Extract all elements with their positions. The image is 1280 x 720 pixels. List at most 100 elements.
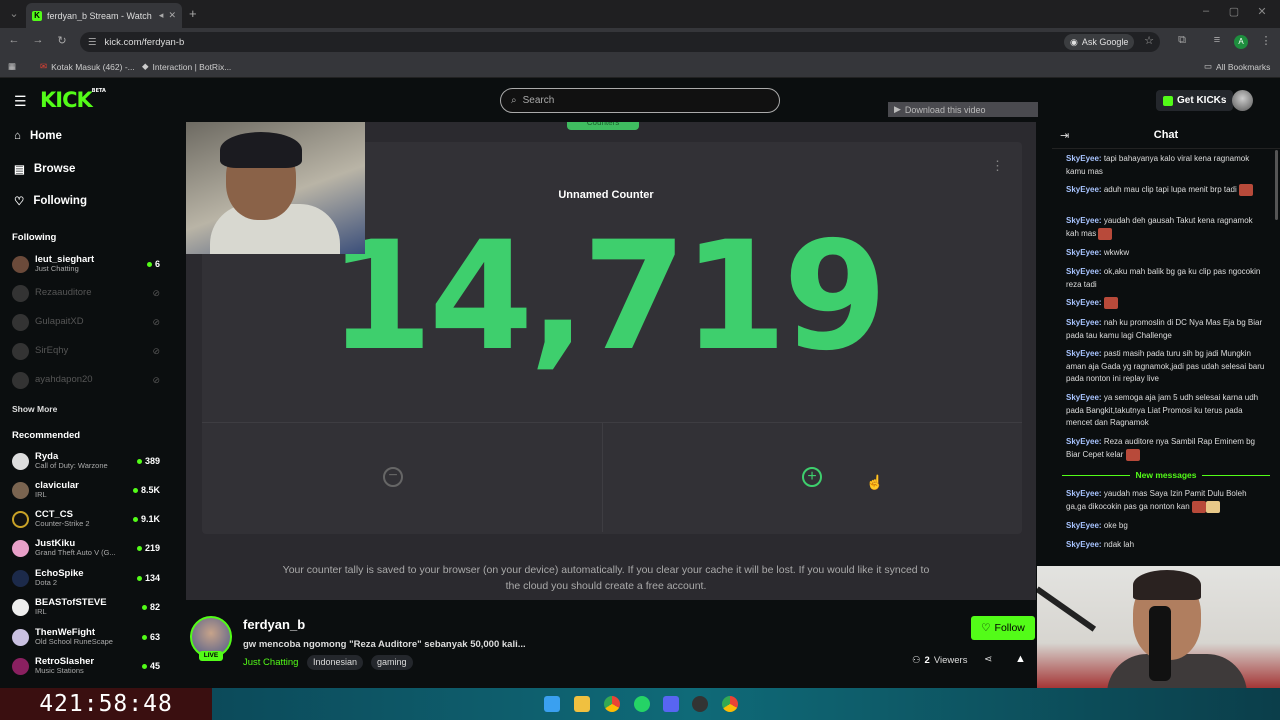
chat-username[interactable]: SkyEyee: <box>1066 349 1104 358</box>
whatsapp-icon[interactable] <box>634 696 650 712</box>
sidebar-channel[interactable]: clavicular IRL 8.5K <box>12 477 160 503</box>
bookmark-botrix[interactable]: ◆ Interaction | BotRix... <box>142 61 231 72</box>
download-video-bar[interactable]: ▶ Download this video <box>888 102 1038 117</box>
sidebar-channel-offline[interactable]: Rezaauditore ⊘ <box>12 280 160 306</box>
back-icon[interactable]: ← <box>6 34 22 46</box>
search-input[interactable]: ⌕ Search <box>500 88 780 113</box>
sidebar-channel[interactable]: CCT_CS Counter-Strike 2 9.1K <box>12 506 160 532</box>
apps-grid-icon[interactable]: ▦ <box>8 61 16 72</box>
live-badge: LIVE <box>199 651 223 661</box>
chat-username[interactable]: SkyEyee: <box>1066 216 1104 225</box>
sidebar-channel[interactable]: EchoSpike Dota 2 134 <box>12 565 160 591</box>
chat-username[interactable]: SkyEyee: <box>1066 489 1104 498</box>
reading-list-icon[interactable]: ≡ <box>1209 34 1225 46</box>
chat-message: SkyEyee: yaudah mas Saya Izin Pamit Dulu… <box>1066 488 1266 513</box>
browser-menu-icon[interactable]: ⋮ <box>1258 34 1274 47</box>
google-lens-icon: ◉ <box>1070 36 1078 47</box>
channel-avatar <box>12 569 29 587</box>
chrome-icon[interactable] <box>604 696 620 712</box>
sidebar-channel-offline[interactable]: SirEqhy ⊘ <box>12 338 160 364</box>
browse-icon: ▤ <box>14 164 25 176</box>
sidebar-channel[interactable]: Ryda Call of Duty: Warzone 389 <box>12 448 160 474</box>
sidebar-channel[interactable]: ThenWeFight Old School RuneScape 63 <box>12 624 160 650</box>
get-kicks-button[interactable]: Get KICKs <box>1156 90 1234 111</box>
sidebar-channel[interactable]: RetroSlasher Music Stations 45 <box>12 653 160 679</box>
bookmark-star-icon[interactable]: ☆ <box>1141 34 1157 47</box>
chat-username[interactable]: SkyEyee: <box>1066 318 1104 327</box>
maximize-icon[interactable]: ▢ <box>1224 5 1244 18</box>
stream-category[interactable]: Just Chatting <box>243 657 298 668</box>
sidebar-channel[interactable]: leut_sieghart Just Chatting 6 <box>12 251 160 277</box>
file-explorer-icon[interactable] <box>574 696 590 712</box>
chat-text: oke bg <box>1103 521 1128 530</box>
chat-username[interactable]: SkyEyee: <box>1066 267 1104 276</box>
tag-chip[interactable]: gaming <box>371 655 413 670</box>
chat-username[interactable]: SkyEyee: <box>1066 185 1104 194</box>
sidebar-channel-offline[interactable]: ayahdapon20 ⊘ <box>12 367 160 393</box>
minimize-icon[interactable]: – <box>1196 5 1216 17</box>
chat-username[interactable]: SkyEyee: <box>1066 521 1104 530</box>
chat-username[interactable]: SkyEyee: <box>1066 248 1104 257</box>
sidebar-channel-offline[interactable]: GulapaitXD ⊘ <box>12 309 160 335</box>
browser-tab[interactable]: K ferdyan_b Stream - Watch ◂ ✕ <box>26 3 182 28</box>
viewer-count: 82 <box>141 602 160 612</box>
show-more-button[interactable]: Show More <box>12 404 57 414</box>
profile-avatar[interactable]: A <box>1234 35 1248 49</box>
nav-browse[interactable]: ▤ Browse <box>14 162 75 176</box>
chat-scrollbar[interactable] <box>1275 150 1278 220</box>
all-bookmarks[interactable]: ▭ All Bookmarks <box>1204 61 1270 72</box>
streamer-name[interactable]: ferdyan_b <box>243 617 305 632</box>
ask-google-button[interactable]: ◉ Ask Google <box>1064 34 1135 50</box>
hamburger-menu-icon[interactable]: ☰ <box>14 93 27 110</box>
channel-avatar <box>12 255 29 273</box>
botrix-icon: ◆ <box>142 61 149 71</box>
extensions-icon[interactable]: ⧉ <box>1174 34 1190 47</box>
play-icon: ▶ <box>894 104 901 114</box>
tab-close-icon[interactable]: ✕ <box>168 10 176 21</box>
chat-username[interactable]: SkyEyee: <box>1066 298 1104 307</box>
new-tab-icon[interactable]: + <box>189 6 197 21</box>
share-icon[interactable]: ⋖ <box>984 654 992 665</box>
chat-username[interactable]: SkyEyee: <box>1066 437 1104 446</box>
discord-icon[interactable] <box>663 696 679 712</box>
chat-username[interactable]: SkyEyee: <box>1066 540 1104 549</box>
tab-search-icon[interactable]: ⌄ <box>4 7 24 20</box>
chat-message: SkyEyee: wkwkw <box>1066 247 1266 260</box>
sidebar-channel[interactable]: JustKiku Grand Theft Auto V (G... 219 <box>12 535 160 561</box>
all-bookmarks-label: All Bookmarks <box>1216 61 1271 72</box>
webcam-hair <box>1133 570 1201 600</box>
channel-name: ThenWeFight <box>35 627 95 638</box>
counters-tab: Counters <box>567 122 639 130</box>
beta-badge: BETA <box>91 88 106 94</box>
chrome-profile-icon[interactable] <box>722 696 738 712</box>
search-icon: ⌕ <box>511 95 517 106</box>
channel-name: ayahdapon20 <box>35 374 93 385</box>
video-player[interactable]: Counters Unnamed Counter ⋮ 14,719 − + ☝ … <box>186 122 1036 600</box>
chat-username[interactable]: SkyEyee: <box>1066 154 1104 163</box>
url-field[interactable]: ☰ kick.com/ferdyan-b <box>80 32 1160 52</box>
channel-name: clavicular <box>35 480 79 491</box>
forward-icon[interactable]: → <box>30 34 46 46</box>
url-text: kick.com/ferdyan-b <box>104 36 185 48</box>
reload-icon[interactable]: ↻ <box>54 34 70 47</box>
chat-emote-icon <box>1103 297 1118 309</box>
sidebar-channel[interactable]: BEASTofSTEVE IRL 82 <box>12 594 160 620</box>
obs-icon[interactable] <box>692 696 708 712</box>
tag-chip[interactable]: Indonesian <box>307 655 364 670</box>
window-close-icon[interactable]: ✕ <box>1252 5 1272 18</box>
nav-following[interactable]: ♡ Following <box>14 194 87 208</box>
follow-button[interactable]: ♡ Follow <box>971 616 1035 640</box>
user-avatar[interactable] <box>1232 90 1253 111</box>
viewer-count: 389 <box>136 456 160 466</box>
gmail-icon: ✉ <box>40 61 48 71</box>
site-info-icon[interactable]: ☰ <box>88 37 97 48</box>
nav-home[interactable]: ⌂ Home <box>14 130 62 142</box>
bookmark-gmail[interactable]: ✉ Kotak Masuk (462) -... <box>40 61 135 72</box>
tab-audio-icon[interactable]: ◂ <box>159 10 164 21</box>
chat-username[interactable]: SkyEyee: <box>1066 393 1104 402</box>
channel-avatar <box>12 628 29 646</box>
kick-logo[interactable]: KICKBETA <box>40 88 106 112</box>
report-icon[interactable]: ▲ <box>1015 653 1026 665</box>
collapse-chat-icon[interactable]: ⇥ <box>1060 129 1069 142</box>
windows-start-icon[interactable] <box>544 696 560 712</box>
